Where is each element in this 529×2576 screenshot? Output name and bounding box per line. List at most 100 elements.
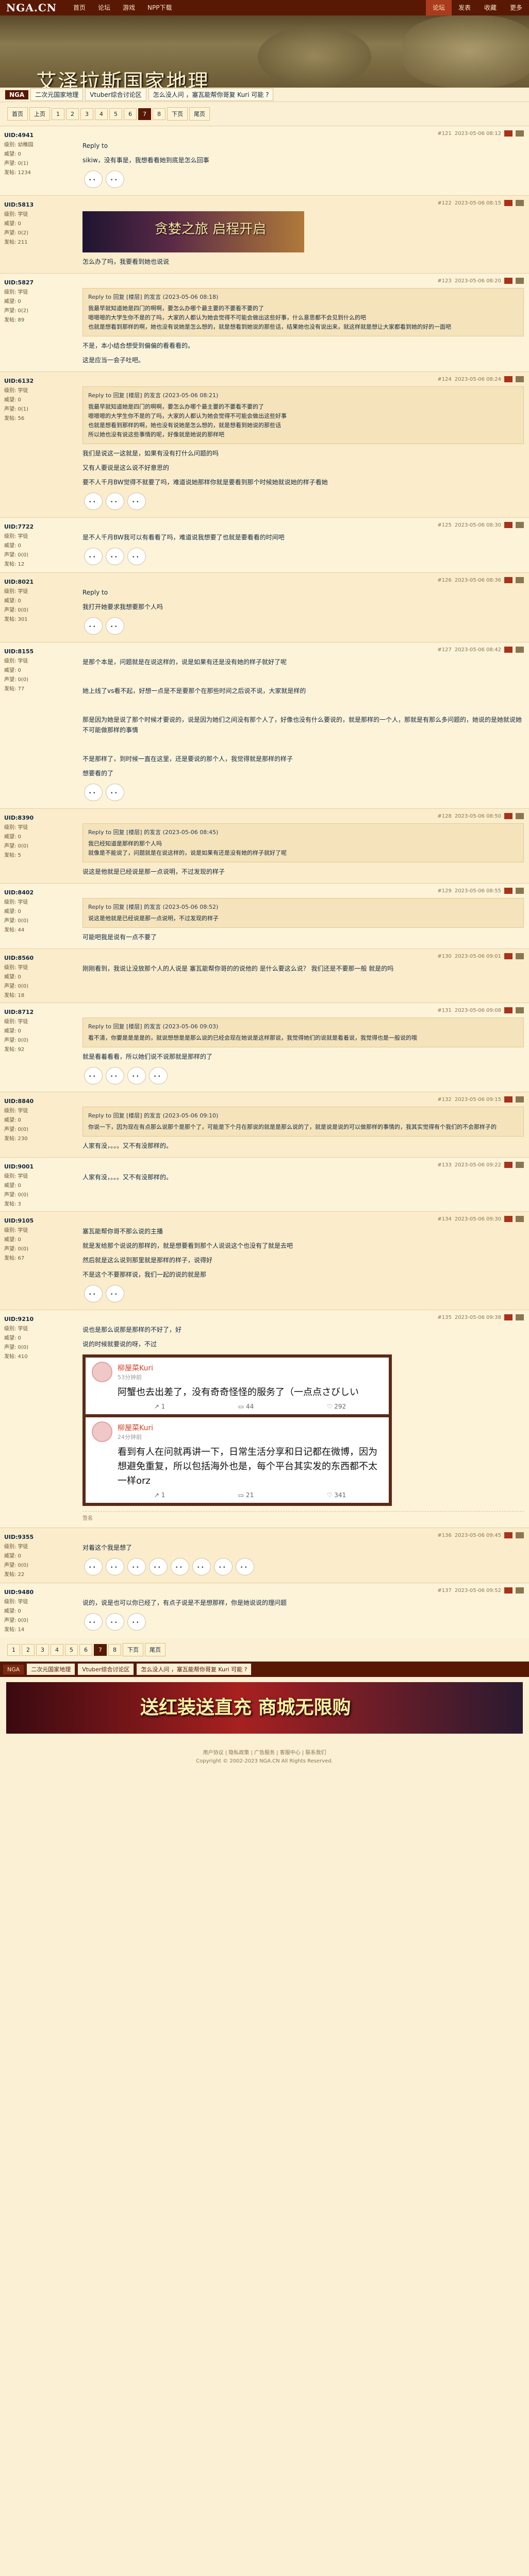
page-link[interactable]: 2: [66, 108, 79, 120]
page-link[interactable]: 6: [124, 108, 137, 120]
reply-icon[interactable]: [504, 888, 513, 894]
reply-icon[interactable]: [504, 953, 513, 959]
author-uid[interactable]: UID:8712: [4, 1009, 73, 1015]
more-icon[interactable]: [516, 953, 524, 959]
author-uid[interactable]: UID:7722: [4, 523, 73, 530]
reply-to-label[interactable]: Reply to: [82, 587, 524, 598]
quote-header[interactable]: Reply to 回复 [楼层] 的发言 (2023-05-06 08:45): [88, 828, 518, 837]
post-floor[interactable]: #121: [437, 131, 451, 137]
reply-icon[interactable]: [504, 1532, 513, 1538]
more-icon[interactable]: [516, 1314, 524, 1320]
page-link[interactable]: 7: [94, 1643, 107, 1656]
post-floor[interactable]: #133: [437, 1162, 451, 1168]
bottom-crumb[interactable]: Vtuber综合讨论区: [78, 1664, 134, 1675]
top-right-post[interactable]: 发表: [452, 0, 477, 15]
post-floor[interactable]: #137: [437, 1588, 451, 1594]
more-icon[interactable]: [516, 577, 524, 583]
page-link[interactable]: 尾页: [145, 1643, 166, 1656]
page-link[interactable]: 上页: [29, 107, 50, 121]
breadcrumb-item[interactable]: Vtuber综合讨论区: [85, 88, 146, 101]
author-uid[interactable]: UID:9001: [4, 1163, 73, 1170]
more-icon[interactable]: [516, 376, 524, 382]
page-link[interactable]: 8: [108, 1643, 121, 1656]
post-floor[interactable]: #134: [437, 1216, 451, 1222]
more-icon[interactable]: [516, 200, 524, 206]
bottom-crumb[interactable]: 怎么没人问 ，塞瓦能帮你哥复 Kuri 可能 ?: [137, 1664, 252, 1675]
footer-ad[interactable]: 送红装送直充 商城无限购: [6, 1682, 523, 1734]
post-floor[interactable]: #135: [437, 1315, 451, 1320]
quote-header[interactable]: Reply to 回复 [楼层] 的发言 (2023-05-06 08:18): [88, 293, 518, 302]
page-link[interactable]: 3: [80, 108, 93, 120]
quote-header[interactable]: Reply to 回复 [楼层] 的发言 (2023-05-06 09:10): [88, 1111, 518, 1121]
more-icon[interactable]: [516, 1532, 524, 1538]
reply-icon[interactable]: [504, 200, 513, 206]
more-icon[interactable]: [516, 1007, 524, 1013]
reply-icon[interactable]: [504, 1162, 513, 1168]
post-floor[interactable]: #122: [437, 200, 451, 206]
bottom-home[interactable]: NGA: [3, 1664, 24, 1674]
page-link[interactable]: 5: [109, 108, 122, 120]
author-uid[interactable]: UID:5813: [4, 201, 73, 208]
top-right-fav[interactable]: 收藏: [477, 0, 503, 15]
author-uid[interactable]: UID:9210: [4, 1316, 73, 1323]
reply-icon[interactable]: [504, 1314, 513, 1320]
top-nav-item[interactable]: NPP下载: [141, 0, 178, 15]
reply-icon[interactable]: [504, 577, 513, 583]
author-uid[interactable]: UID:8155: [4, 648, 73, 655]
footer-links[interactable]: 用户协议 | 隐私政策 | 广告服务 | 客服中心 | 联系我们: [0, 1749, 529, 1757]
post-floor[interactable]: #130: [437, 954, 451, 959]
page-link[interactable]: 1: [7, 1643, 20, 1656]
site-logo[interactable]: NGA.CN: [0, 0, 67, 15]
page-link[interactable]: 3: [36, 1643, 49, 1656]
top-nav-item[interactable]: 论坛: [92, 0, 117, 15]
quote-header[interactable]: Reply to 回复 [楼层] 的发言 (2023-05-06 09:03): [88, 1022, 518, 1031]
more-icon[interactable]: [516, 1587, 524, 1594]
author-uid[interactable]: UID:6132: [4, 378, 73, 384]
page-link[interactable]: 尾页: [189, 107, 210, 121]
top-right-forum[interactable]: 论坛: [426, 0, 452, 15]
top-nav-item[interactable]: 首页: [67, 0, 92, 15]
post-floor[interactable]: #136: [437, 1533, 451, 1538]
page-link[interactable]: 1: [52, 108, 64, 120]
author-uid[interactable]: UID:8390: [4, 815, 73, 821]
quote-header[interactable]: Reply to 回复 [楼层] 的发言 (2023-05-06 08:52): [88, 903, 518, 912]
reply-to-label[interactable]: Reply to: [82, 141, 524, 151]
more-icon[interactable]: [516, 278, 524, 284]
post-floor[interactable]: #131: [437, 1008, 451, 1013]
author-uid[interactable]: UID:8560: [4, 955, 73, 961]
page-link[interactable]: 2: [22, 1643, 35, 1656]
post-floor[interactable]: #124: [437, 377, 451, 382]
more-icon[interactable]: [516, 1162, 524, 1168]
more-icon[interactable]: [516, 1216, 524, 1222]
page-link[interactable]: 4: [95, 108, 108, 120]
post-floor[interactable]: #123: [437, 278, 451, 284]
page-link[interactable]: 下页: [167, 107, 188, 121]
reply-icon[interactable]: [504, 647, 513, 653]
reply-icon[interactable]: [504, 130, 513, 137]
breadcrumb-item[interactable]: 二次元国家地理: [30, 88, 84, 101]
top-nav-item[interactable]: 游戏: [117, 0, 141, 15]
page-link[interactable]: 下页: [123, 1643, 143, 1656]
reply-icon[interactable]: [504, 1007, 513, 1013]
page-link[interactable]: 6: [79, 1643, 92, 1656]
author-uid[interactable]: UID:9105: [4, 1217, 73, 1224]
post-floor[interactable]: #126: [437, 578, 451, 583]
author-uid[interactable]: UID:8021: [4, 579, 73, 585]
more-icon[interactable]: [516, 1096, 524, 1103]
reply-icon[interactable]: [504, 376, 513, 382]
breadcrumb-home[interactable]: NGA: [5, 90, 29, 99]
more-icon[interactable]: [516, 130, 524, 137]
page-link[interactable]: 5: [65, 1643, 78, 1656]
author-uid[interactable]: UID:5827: [4, 279, 73, 286]
reply-icon[interactable]: [504, 1587, 513, 1594]
more-icon[interactable]: [516, 647, 524, 653]
page-link[interactable]: 7: [138, 108, 151, 120]
author-uid[interactable]: UID:4941: [4, 132, 73, 139]
post-floor[interactable]: #125: [437, 522, 451, 528]
post-floor[interactable]: #132: [437, 1097, 451, 1103]
inline-ad-image[interactable]: 贪婪之旅 启程开启: [82, 211, 304, 252]
author-uid[interactable]: UID:8840: [4, 1098, 73, 1105]
more-icon[interactable]: [516, 888, 524, 894]
reply-icon[interactable]: [504, 1216, 513, 1222]
post-floor[interactable]: #128: [437, 814, 451, 819]
